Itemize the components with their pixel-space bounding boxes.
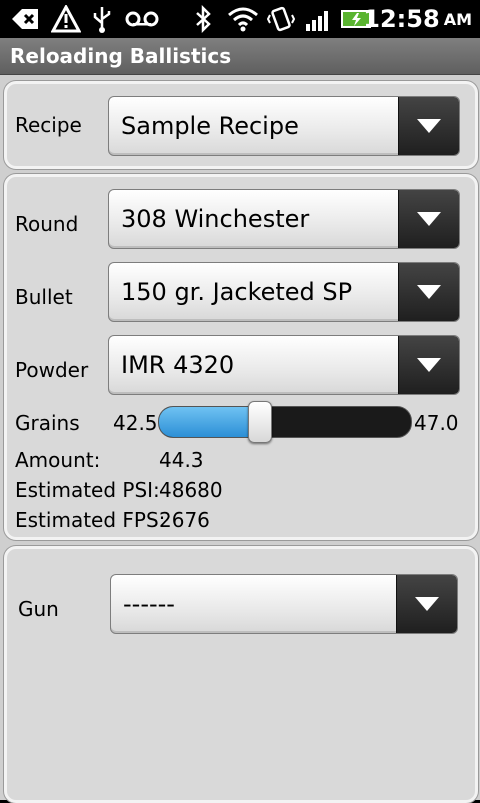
round-value: 308 Winchester bbox=[121, 205, 310, 233]
alert-icon bbox=[50, 4, 82, 34]
gun-panel: Gun ------ bbox=[4, 546, 478, 803]
load-panel: Round 308 Winchester Bullet 150 gr. Jack… bbox=[4, 174, 478, 540]
gun-spinner[interactable]: ------ bbox=[110, 574, 458, 634]
voicemail-icon bbox=[124, 4, 160, 34]
wifi-icon bbox=[226, 4, 260, 34]
fps-label: Estimated FPS: bbox=[15, 508, 166, 532]
bluetooth-icon bbox=[190, 4, 216, 34]
ampm-text: AM bbox=[443, 9, 472, 29]
recipe-spinner[interactable]: Sample Recipe bbox=[108, 96, 460, 156]
back-icon bbox=[8, 4, 42, 34]
grains-min: 42.5 bbox=[113, 411, 158, 435]
gun-label: Gun bbox=[18, 597, 59, 621]
status-bar: 12:58 AM bbox=[0, 0, 480, 38]
round-label: Round bbox=[15, 212, 79, 236]
chevron-down-icon bbox=[398, 336, 459, 394]
bullet-label: Bullet bbox=[15, 285, 73, 309]
vibrate-icon bbox=[266, 4, 296, 34]
gun-value: ------ bbox=[123, 590, 175, 618]
recipe-panel: Recipe Sample Recipe bbox=[4, 81, 478, 169]
title-bar: Reloading Ballistics bbox=[0, 38, 480, 75]
grains-slider-thumb[interactable] bbox=[247, 401, 272, 443]
powder-spinner[interactable]: IMR 4320 bbox=[108, 335, 460, 395]
round-spinner[interactable]: 308 Winchester bbox=[108, 189, 460, 249]
amount-value: 44.3 bbox=[159, 448, 204, 472]
powder-value: IMR 4320 bbox=[121, 351, 235, 379]
bullet-spinner[interactable]: 150 gr. Jacketed SP bbox=[108, 262, 460, 322]
signal-icon bbox=[304, 4, 334, 34]
clock: 12:58 AM bbox=[363, 4, 472, 34]
chevron-down-icon bbox=[396, 575, 457, 633]
grains-slider[interactable] bbox=[158, 406, 412, 438]
usb-icon bbox=[88, 4, 116, 34]
powder-label: Powder bbox=[15, 358, 89, 382]
app-title: Reloading Ballistics bbox=[10, 44, 232, 68]
chevron-down-icon bbox=[398, 190, 459, 248]
chevron-down-icon bbox=[398, 263, 459, 321]
fps-value: 2676 bbox=[159, 508, 210, 532]
psi-label: Estimated PSI: bbox=[15, 478, 160, 502]
grains-slider-fill bbox=[159, 407, 260, 437]
grains-label: Grains bbox=[15, 411, 80, 435]
amount-label: Amount: bbox=[15, 448, 101, 472]
grains-max: 47.0 bbox=[414, 411, 459, 435]
chevron-down-icon bbox=[398, 97, 459, 155]
time-text: 12:58 bbox=[363, 5, 440, 33]
recipe-value: Sample Recipe bbox=[121, 112, 299, 140]
bullet-value: 150 gr. Jacketed SP bbox=[121, 278, 353, 306]
recipe-label: Recipe bbox=[15, 113, 82, 137]
psi-value: 48680 bbox=[159, 478, 223, 502]
